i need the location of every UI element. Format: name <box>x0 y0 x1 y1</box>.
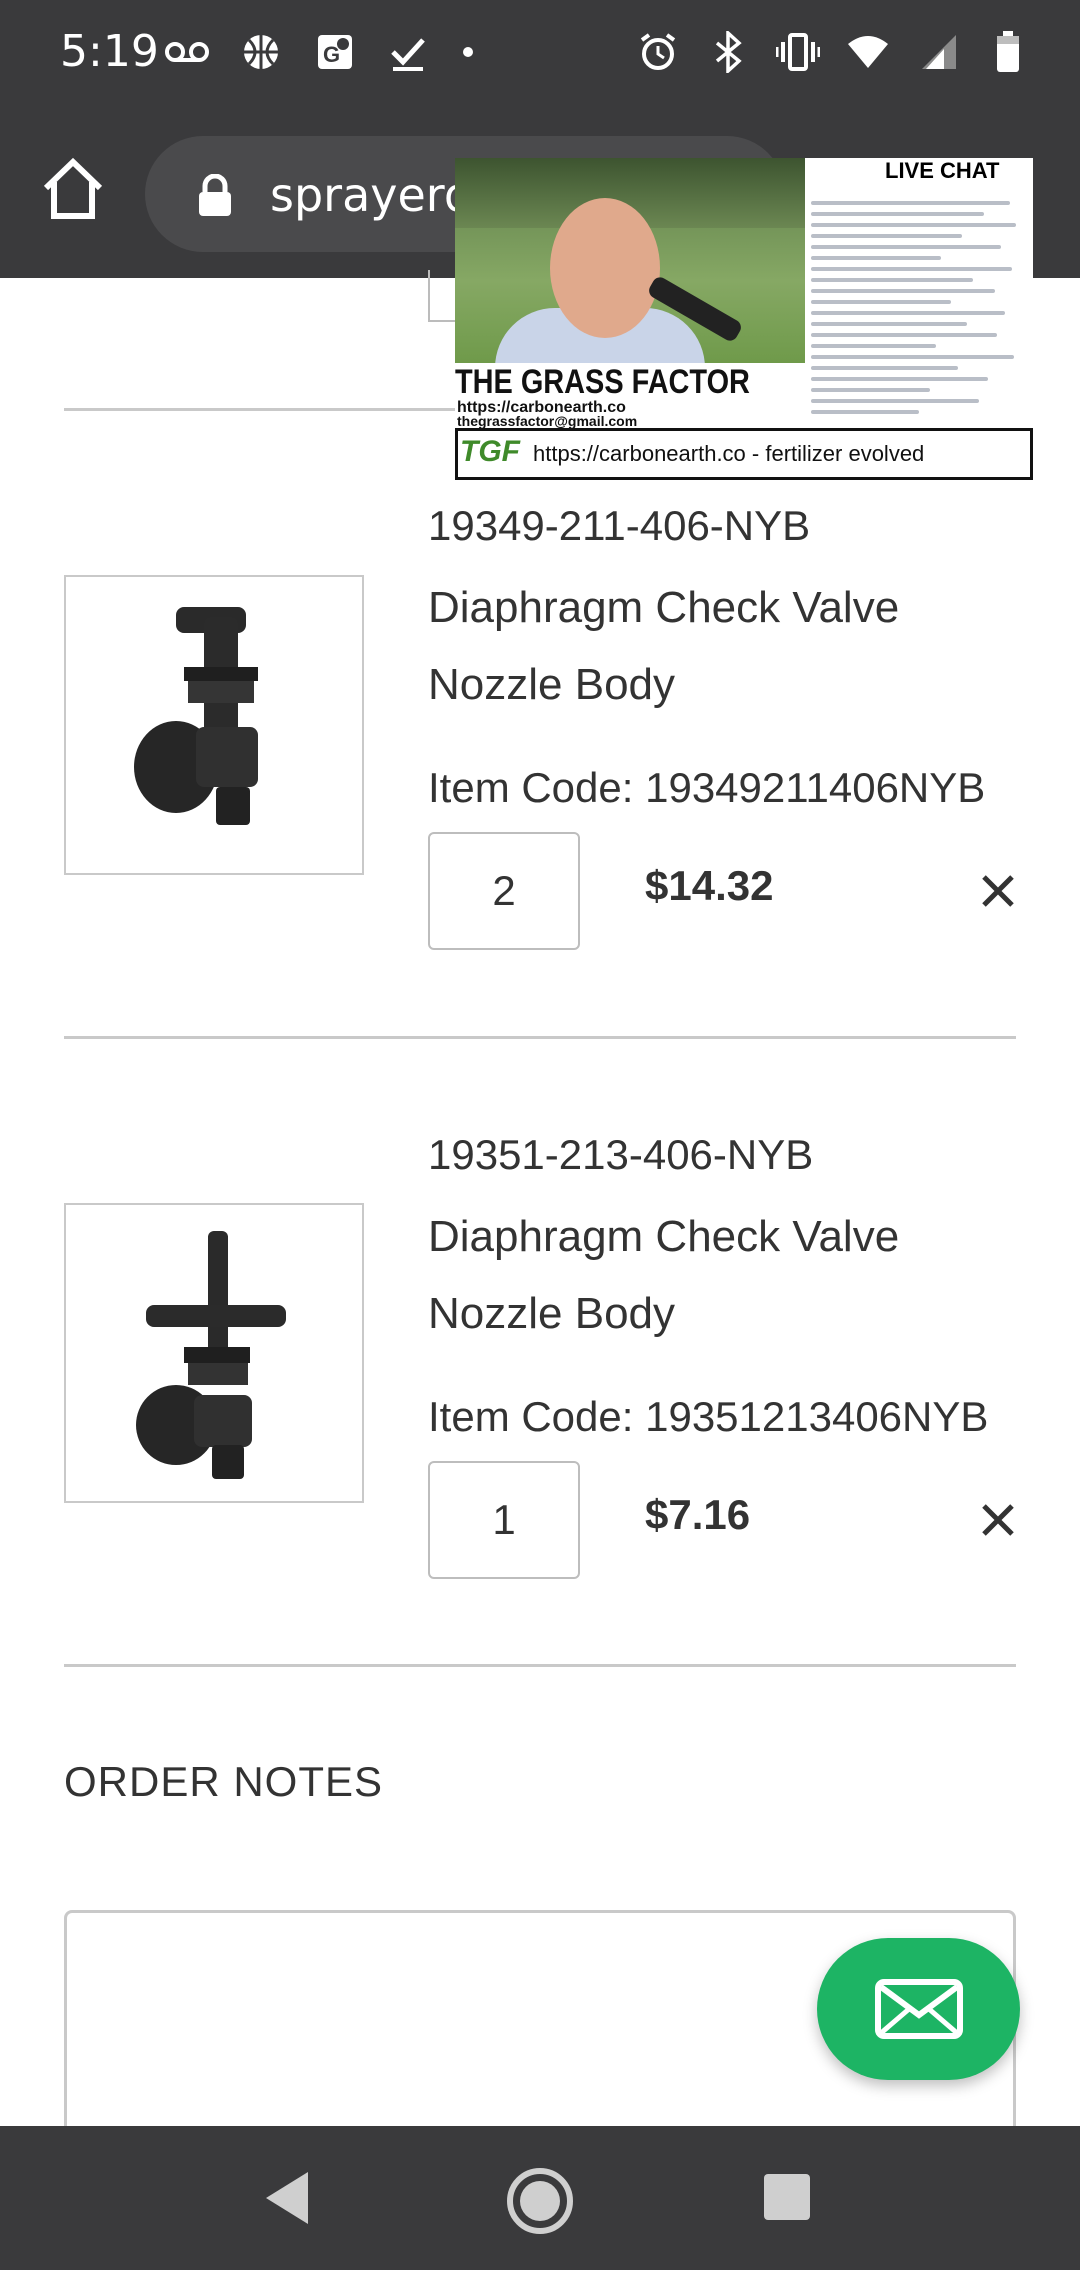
maps-icon: G <box>313 30 357 74</box>
voicemail-icon <box>165 30 209 74</box>
status-right-icons <box>636 30 1030 74</box>
system-nav-bar <box>0 2126 1080 2270</box>
item-price: $14.32 <box>645 862 774 909</box>
chat-message <box>811 300 952 304</box>
status-left-icons: G <box>165 30 475 74</box>
signal-icon <box>916 30 960 74</box>
chat-message <box>811 234 963 238</box>
video-scene <box>455 158 805 368</box>
chat-message <box>811 245 1002 249</box>
envelope-icon <box>874 1979 963 2039</box>
alarm-icon <box>636 30 680 74</box>
item-price: $7.16 <box>645 1491 751 1538</box>
product-description-line: Diaphragm Check Valve <box>428 583 900 632</box>
url-text: sprayerd <box>270 168 474 222</box>
chat-message <box>811 410 919 414</box>
close-icon[interactable] <box>978 1500 1018 1540</box>
product-description-line: Nozzle Body <box>428 660 676 709</box>
home-circle-icon[interactable] <box>505 2166 575 2241</box>
show-title-card: THE GRASS FACTOR https://carbonearth.co … <box>455 363 805 429</box>
home-icon[interactable] <box>38 154 108 224</box>
chat-message <box>811 311 1006 315</box>
chat-message <box>811 399 980 403</box>
order-notes-heading: ORDER NOTES <box>64 1758 384 1805</box>
status-bar: 5:19 G <box>0 0 1080 110</box>
video-banner: TGF https://carbonearth.co - fertilizer … <box>455 428 1033 480</box>
page: 5:19 G sprayerd 19349-211-406-NYB Diaphr… <box>0 0 1080 2270</box>
chat-message <box>811 377 989 381</box>
notification-dot-icon <box>461 30 475 74</box>
chat-message <box>811 223 1017 227</box>
product-description-line: Diaphragm Check Valve <box>428 1212 900 1261</box>
banner-text: https://carbonearth.co - fertilizer evol… <box>533 441 925 466</box>
show-title: THE GRASS FACTOR <box>455 363 750 401</box>
chat-message <box>811 267 1012 271</box>
status-time: 5:19 <box>60 26 159 77</box>
quantity-input[interactable]: 1 <box>428 1461 580 1579</box>
chat-message <box>811 289 995 293</box>
product-description[interactable]: Diaphragm Check Valve Nozzle Body <box>428 1198 899 1352</box>
battery-icon <box>986 30 1030 74</box>
message-button[interactable] <box>817 1938 1020 2080</box>
task-check-icon <box>387 30 431 74</box>
lock-icon <box>197 173 233 216</box>
product-description[interactable]: Diaphragm Check Valve Nozzle Body <box>428 569 899 723</box>
recents-icon[interactable] <box>764 2174 810 2220</box>
divider <box>64 1036 1016 1039</box>
chat-messages <box>811 194 1027 421</box>
video-overlay[interactable]: LIVE CHAT THE GRASS FACTOR https://carbo… <box>455 158 1033 480</box>
chat-message <box>811 201 1010 205</box>
product-sku[interactable]: 19349-211-406-NYB <box>428 502 810 550</box>
chat-message <box>811 212 984 216</box>
product-description-line: Nozzle Body <box>428 1289 676 1338</box>
item-code: Item Code: 19349211406NYB <box>428 764 986 811</box>
wifi-icon <box>846 30 890 74</box>
chat-message <box>811 366 958 370</box>
close-icon[interactable] <box>978 871 1018 911</box>
product-image[interactable] <box>64 1203 364 1503</box>
chat-message <box>811 355 1015 359</box>
chat-message <box>811 388 930 392</box>
item-code: Item Code: 19351213406NYB <box>428 1393 989 1440</box>
tgf-logo: TGF <box>460 435 520 468</box>
basketball-icon <box>239 30 283 74</box>
bluetooth-icon <box>706 30 750 74</box>
quantity-input[interactable]: 2 <box>428 832 580 950</box>
chat-message <box>811 333 997 337</box>
vibrate-icon <box>776 30 820 74</box>
live-chat-panel: LIVE CHAT <box>805 158 1033 428</box>
chat-message <box>811 278 973 282</box>
chat-message <box>811 344 937 348</box>
product-image[interactable] <box>64 575 364 875</box>
back-icon[interactable] <box>262 2168 312 2233</box>
show-email: thegrassfactor@gmail.com <box>457 413 638 429</box>
chat-message <box>811 256 941 260</box>
chat-message <box>811 322 967 326</box>
product-sku[interactable]: 19351-213-406-NYB <box>428 1131 813 1179</box>
divider <box>64 1664 1016 1667</box>
live-chat-title: LIVE CHAT <box>885 158 1000 183</box>
video-person-head <box>550 198 660 338</box>
